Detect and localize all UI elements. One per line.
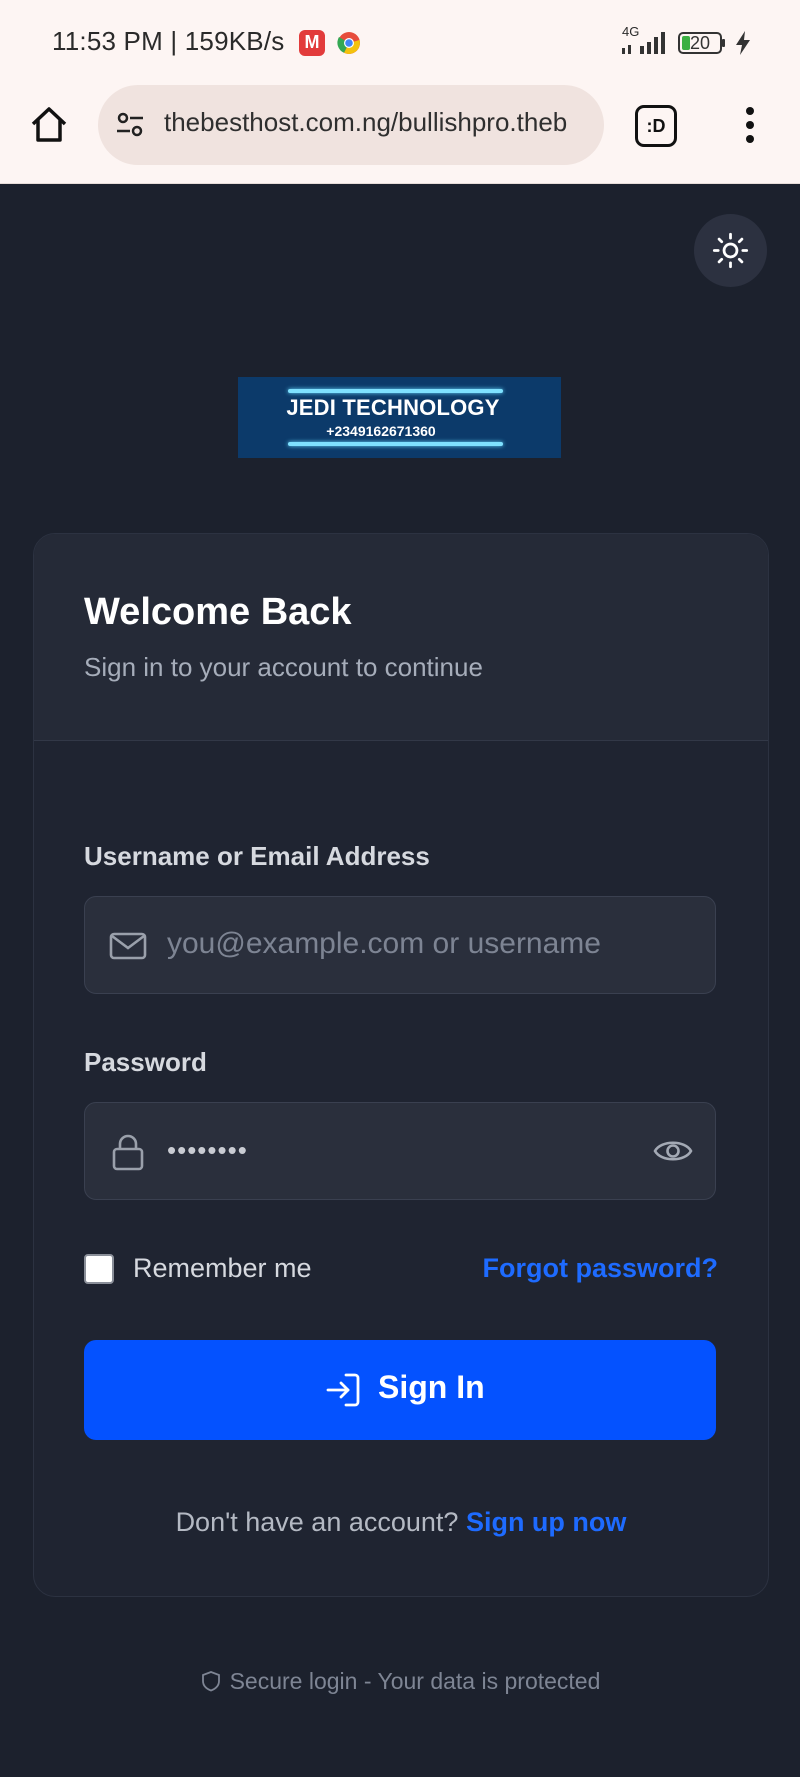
sign-in-label: Sign In: [378, 1369, 485, 1405]
signal-icon: [622, 32, 665, 54]
lock-icon: [112, 1134, 144, 1171]
signup-link[interactable]: Sign up now: [466, 1507, 626, 1537]
show-password-icon[interactable]: [653, 1133, 693, 1169]
tab-switcher-button[interactable]: :D: [635, 105, 677, 147]
battery-level: 20: [690, 33, 711, 53]
logo-phone: +2349162671360: [326, 423, 436, 439]
page-title: Welcome Back: [84, 591, 352, 633]
shield-icon: [201, 1671, 220, 1692]
logo-title: JEDI TECHNOLOGY: [286, 395, 500, 420]
password-value: ••••••••: [167, 1135, 248, 1165]
secure-login-note: Secure login - Your data is protected: [0, 1668, 800, 1695]
forgot-password-link[interactable]: Forgot password?: [483, 1253, 719, 1284]
browser-toolbar: thebesthost.com.ng/bullishpro.theb :D: [0, 85, 800, 184]
card-header: Welcome Back Sign in to your account to …: [34, 534, 768, 741]
username-placeholder: you@example.com or username: [167, 927, 601, 960]
username-label: Username or Email Address: [84, 841, 430, 871]
sign-in-icon: [326, 1373, 360, 1407]
sign-in-button[interactable]: Sign In: [84, 1340, 716, 1440]
status-bar: 11:53 PM | 159KB/s 4G 20: [0, 0, 800, 85]
site-settings-icon[interactable]: [114, 109, 146, 141]
password-label: Password: [84, 1047, 207, 1077]
charging-icon: [736, 31, 750, 55]
brand-logo: JEDI TECHNOLOGY +2349162671360: [238, 377, 561, 458]
signup-row: Don't have an account? Sign up now: [34, 1507, 768, 1538]
logo-decoration: [288, 442, 503, 446]
url-text[interactable]: thebesthost.com.ng/bullishpro.theb: [164, 107, 589, 138]
address-bar[interactable]: thebesthost.com.ng/bullishpro.theb: [98, 85, 604, 165]
mail-icon: [109, 932, 147, 960]
logo-decoration: [288, 389, 503, 393]
theme-toggle-button[interactable]: [694, 214, 767, 287]
remember-me-checkbox[interactable]: [84, 1254, 114, 1284]
sun-icon: [712, 232, 749, 269]
gmail-notification-icon: [299, 30, 325, 56]
signup-prompt: Don't have an account?: [175, 1507, 459, 1537]
login-card: Welcome Back Sign in to your account to …: [33, 533, 769, 1597]
chrome-notification-icon: [337, 32, 360, 54]
status-time: 11:53 PM | 159KB/s: [52, 26, 285, 56]
password-field[interactable]: ••••••••: [84, 1102, 716, 1200]
home-icon[interactable]: [28, 104, 70, 146]
page-subtitle: Sign in to your account to continue: [84, 652, 483, 682]
username-field[interactable]: you@example.com or username: [84, 896, 716, 994]
more-options-icon[interactable]: [740, 105, 760, 145]
remember-me-label[interactable]: Remember me: [133, 1253, 312, 1284]
footer-text: Secure login - Your data is protected: [229, 1668, 601, 1694]
